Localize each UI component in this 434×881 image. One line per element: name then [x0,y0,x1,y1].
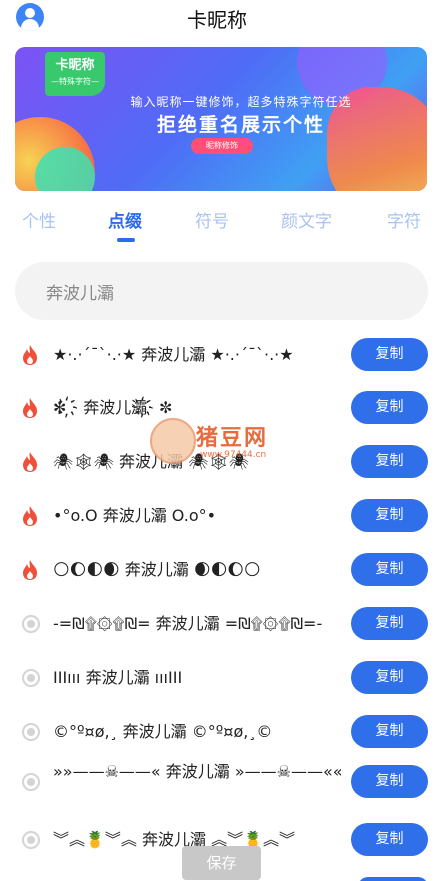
watermark-text: 猪豆网 [196,426,269,451]
tab-zifu[interactable]: 字符 [387,207,421,232]
list-item: ★·.·´¯`·.·★ 奔波儿灞 ★·.·´¯`·.·★ 复制 [0,333,434,377]
tab-dianzhui[interactable]: 点缀 [108,207,142,232]
decorated-nickname-text: •°o.O 奔波儿灞 O.o°• [53,506,217,525]
radio-icon [20,667,42,689]
app-title: 卡昵称 [187,8,247,32]
list-item: »»——☠——« 奔波儿灞 »——☠——«« 复制 [0,760,434,804]
copy-button[interactable]: 复制 [351,338,428,371]
radio-icon [20,613,42,635]
banner-headline: 拒绝重名展示个性 [156,114,325,136]
copy-button[interactable]: 复制 [351,553,428,586]
copy-button[interactable]: 复制 [351,765,428,798]
copy-button[interactable]: 复制 [351,445,428,478]
flame-icon [20,344,42,366]
banner-button[interactable]: 昵称修饰 [191,138,253,154]
list-item: ΙΙΙııı 奔波儿灞 ıııΙΙΙ 复制 [0,656,434,700]
decorated-nickname-text: ✼ ҉ 奔波儿灞҉ ✼ [53,398,173,417]
pig-logo-icon [150,418,196,464]
promo-banner[interactable]: 卡昵称 —特殊字符— 输入昵称一键修饰，超多特殊字符任选 拒绝重名展示个性 昵称… [15,47,427,191]
flame-icon [20,559,42,581]
tab-yanwenzi[interactable]: 颜文字 [281,207,332,232]
copy-button[interactable]: 复制 [351,661,428,694]
decorated-nickname-text: ★·.·´¯`·.·★ 奔波儿灞 ★·.·´¯`·.·★ [53,345,294,364]
copy-button[interactable]: 复制 [351,607,428,640]
active-tab-indicator [117,238,135,242]
decorated-nickname-text: -=₪۩۞۩₪= 奔波儿灞 =₪۩۞۩₪=- [53,614,323,633]
decorated-nickname-text: ΙΙΙııı 奔波儿灞 ıııΙΙΙ [53,668,183,687]
list-item: •°o.O 奔波儿灞 O.o°• 复制 [0,494,434,538]
decorated-nickname-text: »»——☠——« 奔波儿灞 »——☠——«« [53,762,343,781]
flame-icon [20,451,42,473]
nickname-input-value: 奔波儿灞 [46,284,114,304]
watermark-url: www.97444.cn [200,450,267,460]
nickname-input[interactable]: 奔波儿灞 [15,262,428,320]
decorated-nickname-text: 🌕🌔🌓🌒 奔波儿灞 🌒🌓🌔🌕 [53,560,261,579]
list-item: -=₪۩۞۩₪= 奔波儿灞 =₪۩۞۩₪=- 复制 [0,602,434,646]
list-item: 🌕🌔🌓🌒 奔波儿灞 🌒🌓🌔🌕 复制 [0,548,434,592]
flame-icon [20,397,42,419]
radio-icon [20,829,42,851]
radio-icon [20,771,42,793]
copy-button[interactable]: 复制 [351,823,428,856]
flame-icon [20,505,42,527]
decorated-nickname-text: ©°º¤ø,¸ 奔波儿灞 ©°º¤ø,¸© [53,722,273,741]
radio-icon [20,721,42,743]
list-item: ©°º¤ø,¸ 奔波儿灞 ©°º¤ø,¸© 复制 [0,710,434,754]
banner-subtitle: 输入昵称一键修饰，超多特殊字符任选 [130,95,352,109]
copy-button[interactable]: 复制 [351,391,428,424]
watermark-logo: 猪豆网 www.97444.cn [150,418,285,470]
tab-gexing[interactable]: 个性 [22,207,56,232]
save-button[interactable]: 保存 [182,846,261,880]
banner-tag-subtitle: —特殊字符— [51,77,99,86]
category-tabs: 个性 点缀 符号 颜文字 字符 [0,203,434,243]
banner-tag-title: 卡昵称 [55,58,95,73]
tab-fuhao[interactable]: 符号 [195,207,229,232]
top-bar: 卡昵称 [0,0,434,34]
copy-button[interactable]: 复制 [351,715,428,748]
copy-button[interactable]: 复制 [351,499,428,532]
copy-button-partial[interactable] [358,877,428,881]
banner-logo-tag: 卡昵称 —特殊字符— [45,52,105,96]
